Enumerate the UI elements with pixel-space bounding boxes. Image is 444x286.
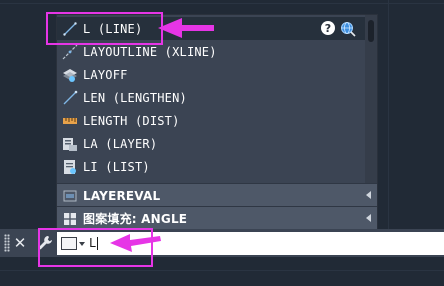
hatch-icon xyxy=(57,211,83,227)
autocomplete-popup: L (LINE) ? LAYOUTLINE (XLINE) LAYOFF LEN… xyxy=(56,14,378,230)
help-icon[interactable]: ? xyxy=(321,21,335,35)
autocomplete-section-label: 图案填充: ANGLE xyxy=(83,212,188,226)
autocomplete-item-label: LA (LAYER) xyxy=(83,136,158,151)
close-icon[interactable]: ✕ xyxy=(12,233,28,253)
drag-handle[interactable] xyxy=(4,234,10,252)
autocomplete-item-layer[interactable]: LA (LAYER) xyxy=(57,132,365,155)
pointer-arrow-icon xyxy=(110,234,161,252)
globe-search-icon[interactable] xyxy=(340,21,356,41)
expand-left-icon[interactable] xyxy=(366,191,371,199)
lengthen-icon xyxy=(57,90,83,106)
measure-icon xyxy=(57,113,83,129)
autocomplete-section-layereval[interactable]: LAYEREVAL xyxy=(57,183,377,207)
highlight-box xyxy=(46,12,163,45)
autocomplete-section-label: LAYEREVAL xyxy=(83,188,161,203)
scrollbar-thumb[interactable] xyxy=(368,20,374,42)
autocomplete-item-label: LEN (LENGTHEN) xyxy=(83,90,187,105)
scrollbar[interactable] xyxy=(365,15,377,183)
autocomplete-item-label: LAYOUTLINE (XLINE) xyxy=(83,44,217,59)
layer-icon xyxy=(57,136,83,152)
autocomplete-item-lengthen[interactable]: LEN (LENGTHEN) xyxy=(57,86,365,109)
xline-icon xyxy=(57,44,83,60)
pointer-arrow-icon xyxy=(158,18,214,38)
autocomplete-item-label: LI (LIST) xyxy=(83,159,150,174)
grid-line xyxy=(0,3,444,4)
autocomplete-item-list[interactable]: LI (LIST) xyxy=(57,155,365,178)
grid-line xyxy=(388,0,389,229)
list-icon xyxy=(57,159,83,175)
autocomplete-item-layoff[interactable]: LAYOFF xyxy=(57,63,365,86)
autocomplete-item-label: LENGTH (DIST) xyxy=(83,113,180,128)
expand-left-icon[interactable] xyxy=(366,214,371,222)
grid-line xyxy=(0,270,444,271)
layoff-icon xyxy=(57,67,83,83)
autocomplete-item-length[interactable]: LENGTH (DIST) xyxy=(57,109,365,132)
autocomplete-item-label: LAYOFF xyxy=(83,67,128,82)
autocomplete-section-hatch[interactable]: 图案填充: ANGLE xyxy=(57,206,377,230)
layereval-icon xyxy=(57,188,83,204)
